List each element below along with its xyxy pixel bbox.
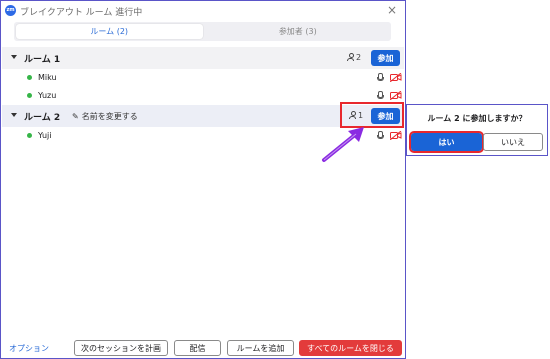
no-button[interactable]: いいえ [483, 133, 543, 151]
room-name: ルーム 1 [24, 55, 61, 65]
video-off-icon [390, 73, 402, 82]
close-icon[interactable]: × [387, 3, 397, 17]
room-row-1[interactable]: ルーム 1 2 参加 [2, 47, 404, 69]
rename-label: 名前を変更する [81, 112, 138, 121]
person-icon [347, 53, 354, 61]
plan-next-session-button[interactable]: 次のセッションを計画 [74, 340, 168, 356]
participant-count: 2 [347, 53, 361, 62]
title-bar: zm ブレイクアウト ルーム 進行中 × [1, 1, 405, 21]
status-dot [27, 75, 32, 80]
chevron-down-icon[interactable] [11, 55, 17, 59]
window-title: ブレイクアウト ルーム 進行中 [20, 8, 143, 18]
tab-rooms[interactable]: ルーム (2) [16, 24, 203, 39]
video-off-icon [390, 91, 402, 100]
screenshot: zm ブレイクアウト ルーム 進行中 × ルーム (2) 参加者 (3) ルーム… [0, 0, 550, 359]
tab-bar: ルーム (2) 参加者 (3) [14, 22, 391, 41]
tab-participants[interactable]: 参加者 (3) [205, 22, 392, 41]
video-off-icon [390, 131, 402, 140]
mic-icon [377, 131, 384, 140]
room-name: ルーム 2 [24, 113, 61, 123]
member-name: Miku [38, 73, 57, 82]
rename-link[interactable]: ✎ 名前を変更する [72, 111, 138, 122]
options-link[interactable]: オプション [9, 343, 49, 354]
member-name: Yuzu [38, 91, 57, 100]
chevron-down-icon[interactable] [11, 113, 17, 117]
pointer-arrow-icon [322, 127, 364, 162]
close-all-rooms-button[interactable]: すべてのルームを閉じる [299, 340, 402, 356]
broadcast-button[interactable]: 配信 [174, 340, 221, 356]
mic-icon [377, 91, 384, 100]
status-dot [27, 93, 32, 98]
yes-button[interactable]: はい [409, 131, 484, 153]
status-dot [27, 133, 32, 138]
join-button[interactable]: 参加 [371, 50, 400, 66]
member-row: Miku [2, 69, 404, 86]
join-room-dialog: ルーム 2 に参加しますか？ はい いいえ [406, 104, 548, 156]
add-room-button[interactable]: ルームを追加 [227, 340, 294, 356]
mic-icon [377, 73, 384, 82]
dialog-question: ルーム 2 に参加しますか？ [427, 114, 527, 123]
zoom-logo-icon: zm [5, 5, 16, 16]
pencil-icon: ✎ [72, 112, 79, 121]
member-name: Yuji [38, 131, 52, 140]
breakout-rooms-window: zm ブレイクアウト ルーム 進行中 × ルーム (2) 参加者 (3) ルーム… [0, 0, 406, 359]
